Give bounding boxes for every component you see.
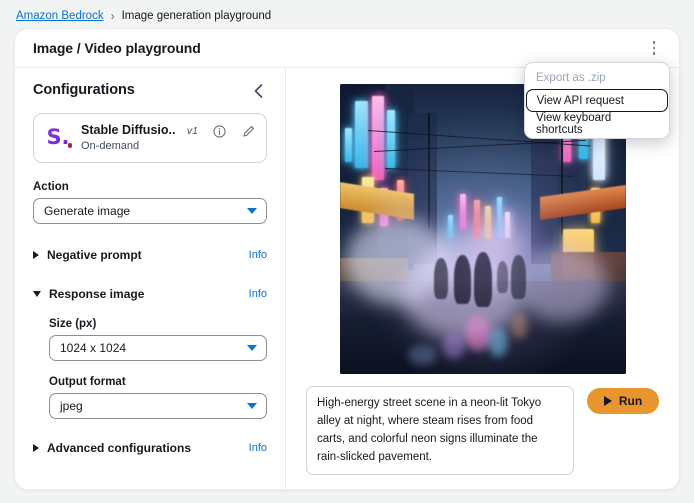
image-steam: [517, 246, 609, 321]
collapse-panel-button[interactable]: [249, 82, 267, 100]
expander-response-image-left: Response image: [33, 287, 144, 301]
output-format-select-value: jpeg: [60, 399, 83, 413]
pencil-icon: [242, 125, 255, 138]
model-name: Stable Diffusio...: [81, 123, 176, 139]
response-image-fields: Size (px) 1024 x 1024 Output format jpeg: [33, 307, 267, 419]
model-version-badge: v1: [187, 123, 198, 137]
prompt-row: High-energy street scene in a neon-lit T…: [304, 386, 661, 475]
output-format-select[interactable]: jpeg: [49, 393, 267, 419]
image-neon-sign: [355, 101, 368, 168]
image-reflection: [408, 345, 437, 365]
model-logo-dot: [68, 143, 73, 148]
configurations-header: Configurations: [33, 82, 267, 100]
configurations-title: Configurations: [33, 82, 135, 98]
advanced-configurations-label: Advanced configurations: [47, 441, 191, 455]
response-image-info-link[interactable]: Info: [249, 288, 267, 300]
breadcrumb-link-amazon-bedrock[interactable]: Amazon Bedrock: [16, 10, 104, 22]
triangle-down-icon: [33, 291, 41, 297]
expander-advanced-configurations[interactable]: Advanced configurations Info: [33, 435, 267, 461]
image-pedestrian: [511, 255, 526, 299]
negative-prompt-info-link[interactable]: Info: [249, 249, 267, 261]
image-reflection: [488, 328, 508, 357]
image-neon-sign: [372, 96, 383, 180]
expander-response-image[interactable]: Response image Info: [33, 281, 267, 307]
output-format-label: Output format: [49, 376, 267, 388]
breadcrumb-separator-icon: ›: [111, 9, 115, 23]
image-neon-sign: [345, 128, 351, 163]
size-select-value: 1024 x 1024: [60, 341, 126, 355]
triangle-right-icon: [33, 251, 39, 259]
advanced-configurations-info-link[interactable]: Info: [249, 442, 267, 454]
breadcrumb: Amazon Bedrock › Image generation playgr…: [0, 0, 694, 24]
action-label: Action: [33, 181, 267, 193]
image-pedestrian: [434, 258, 448, 299]
triangle-right-icon: [33, 444, 39, 452]
image-pedestrian: [474, 252, 493, 307]
action-select[interactable]: Generate image: [33, 198, 267, 224]
image-pedestrian: [454, 255, 471, 304]
size-select[interactable]: 1024 x 1024: [49, 335, 267, 361]
run-button[interactable]: Run: [587, 388, 659, 414]
breadcrumb-current-page: Image generation playground: [122, 10, 272, 22]
model-info-button[interactable]: [212, 124, 227, 139]
vertical-ellipsis-icon: [653, 52, 656, 55]
size-label: Size (px): [49, 318, 267, 330]
configurations-panel: Configurations S. Stable Diffusio... On-…: [15, 68, 286, 490]
expander-advanced-left: Advanced configurations: [33, 441, 191, 455]
caret-down-icon: [247, 403, 257, 409]
caret-down-icon: [247, 208, 257, 214]
model-availability: On-demand: [81, 140, 176, 153]
image-utility-pole: [428, 113, 430, 229]
expander-negative-prompt[interactable]: Negative prompt Info: [33, 242, 267, 268]
image-reflection: [465, 316, 491, 351]
model-meta: Stable Diffusio... On-demand: [81, 123, 176, 153]
image-neon-sign: [387, 110, 396, 168]
image-pedestrian: [497, 261, 508, 293]
caret-down-icon: [247, 345, 257, 351]
chevron-left-icon: [254, 84, 263, 98]
negative-prompt-label: Negative prompt: [47, 248, 142, 262]
stability-ai-logo: S.: [44, 125, 72, 151]
play-triangle-icon: [604, 396, 612, 406]
response-image-label: Response image: [49, 287, 144, 301]
vertical-ellipsis-icon: [653, 47, 656, 50]
menu-item-view-api-request[interactable]: View API request: [526, 89, 668, 112]
page-title: Image / Video playground: [33, 40, 201, 56]
prompt-input[interactable]: High-energy street scene in a neon-lit T…: [306, 386, 574, 475]
action-select-value: Generate image: [44, 204, 130, 218]
expander-negative-prompt-left: Negative prompt: [33, 248, 142, 262]
menu-item-view-keyboard-shortcuts[interactable]: View keyboard shortcuts: [525, 112, 669, 135]
more-actions-menu: Export as .zip View API request View key…: [524, 62, 670, 139]
info-circle-icon: [213, 125, 226, 138]
more-actions-button[interactable]: [641, 35, 667, 61]
spacer: [33, 268, 267, 281]
menu-item-export-as-zip: Export as .zip: [525, 66, 669, 89]
vertical-ellipsis-icon: [653, 41, 656, 44]
model-selector-card[interactable]: S. Stable Diffusio... On-demand v1: [33, 113, 267, 163]
spacer: [33, 224, 267, 242]
run-button-label: Run: [619, 394, 642, 408]
model-logo-letter: S.: [46, 127, 69, 148]
edit-model-button[interactable]: [241, 124, 256, 139]
